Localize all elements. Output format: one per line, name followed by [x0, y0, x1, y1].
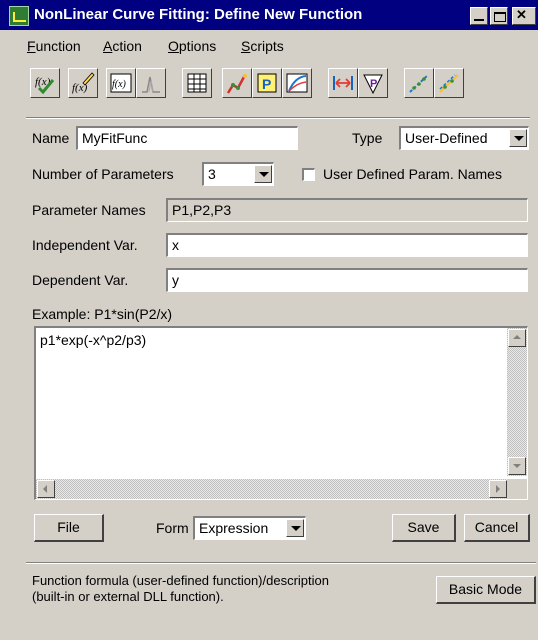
status-line-2: (built-in or external DLL function). — [32, 589, 224, 604]
function-browser-icon: f(x) — [110, 73, 132, 93]
simulate-curve-button[interactable] — [136, 68, 166, 98]
iterate-many-icon — [439, 74, 459, 93]
menu-scripts[interactable]: Scripts — [241, 38, 284, 54]
data-range-icon — [333, 76, 353, 90]
data-range-button[interactable] — [328, 68, 358, 98]
nonlinear-fit-window: NonLinear Curve Fitting: Define New Func… — [0, 0, 538, 640]
parameters-table-button[interactable] — [182, 68, 212, 98]
name-field[interactable]: MyFitFunc — [76, 126, 298, 150]
cancel-button[interactable]: Cancel — [464, 514, 530, 542]
window-title: NonLinear Curve Fitting: Define New Func… — [34, 6, 363, 23]
scroll-down-icon — [513, 464, 521, 468]
origin-app-icon — [9, 6, 29, 26]
weighting-icon: P — [363, 74, 383, 95]
scroll-left-icon — [43, 485, 47, 493]
minimize-button[interactable] — [470, 7, 488, 25]
param-names-label: Parameter Names — [32, 202, 146, 218]
select-dataset-button[interactable] — [222, 68, 252, 98]
chevron-down-icon — [291, 526, 301, 531]
scroll-right-button[interactable] — [489, 480, 507, 498]
svg-text:P: P — [370, 78, 377, 90]
iterate-many-button[interactable] — [434, 68, 464, 98]
scroll-down-button[interactable] — [508, 457, 526, 475]
form-label: Form — [156, 520, 189, 536]
dep-var-label: Dependent Var. — [32, 272, 129, 288]
expression-editor[interactable]: p1*exp(-x^p2/p3) — [34, 326, 528, 500]
num-params-select[interactable]: 3 — [202, 162, 274, 186]
vertical-scrollbar[interactable] — [507, 328, 527, 476]
horizontal-scrollbar[interactable] — [36, 479, 508, 499]
scroll-up-button[interactable] — [508, 329, 526, 347]
parameter-worksheet-icon: P — [257, 73, 277, 93]
simulate-curve-icon — [142, 76, 160, 93]
new-function-button[interactable]: f(x) — [30, 68, 60, 98]
toolbar-separator — [26, 117, 530, 119]
status-description: Function formula (user-defined function)… — [32, 573, 412, 605]
menu-action[interactable]: Action — [103, 38, 142, 54]
type-dropdown-button[interactable] — [509, 129, 527, 147]
file-button[interactable]: File — [34, 514, 104, 542]
type-select-value: User-Defined — [405, 130, 488, 146]
indep-var-label: Independent Var. — [32, 237, 138, 253]
minimize-icon — [474, 19, 484, 21]
new-function-icon: f(x) — [35, 76, 55, 95]
fit-curve-button[interactable] — [282, 68, 312, 98]
indep-var-field[interactable]: x — [166, 233, 528, 257]
weighting-button[interactable]: P — [358, 68, 388, 98]
svg-text:f(x): f(x) — [112, 79, 127, 90]
toolbar: f(x) f(x) f(x) P P — [30, 68, 530, 108]
select-dataset-icon — [226, 74, 247, 94]
num-params-label: Number of Parameters — [32, 166, 174, 182]
parameter-worksheet-button[interactable]: P — [252, 68, 282, 98]
iterate-once-button[interactable] — [404, 68, 434, 98]
svg-text:P: P — [262, 76, 271, 92]
num-params-dropdown-button[interactable] — [254, 165, 272, 183]
basic-mode-button[interactable]: Basic Mode — [436, 576, 536, 604]
iterate-once-icon — [409, 74, 429, 93]
scroll-right-icon — [496, 485, 500, 493]
maximize-button[interactable] — [490, 7, 508, 25]
chevron-down-icon — [514, 136, 524, 141]
save-button[interactable]: Save — [392, 514, 456, 542]
status-separator — [26, 562, 536, 564]
type-label: Type — [352, 130, 383, 146]
edit-function-button[interactable]: f(x) — [68, 68, 98, 98]
param-names-field: P1,P2,P3 — [166, 198, 528, 222]
chevron-down-icon — [259, 172, 269, 177]
type-select[interactable]: User-Defined — [399, 126, 529, 150]
form-select-value: Expression — [199, 520, 269, 536]
dep-var-field[interactable]: y — [166, 268, 528, 292]
example-label: Example: P1*sin(P2/x) — [32, 306, 173, 322]
menu-function[interactable]: Function — [27, 38, 81, 54]
name-label: Name — [32, 130, 70, 146]
parameters-table-icon — [187, 73, 207, 93]
user-param-names-checkbox[interactable] — [302, 168, 315, 181]
num-params-value: 3 — [208, 166, 216, 182]
scroll-corner — [507, 479, 527, 499]
function-browser-button[interactable]: f(x) — [106, 68, 136, 98]
status-line-1: Function formula (user-defined function)… — [32, 573, 329, 588]
scroll-up-icon — [513, 335, 521, 339]
scroll-left-button[interactable] — [37, 480, 55, 498]
form-select[interactable]: Expression — [193, 516, 306, 540]
user-param-names-label: User Defined Param. Names — [323, 166, 502, 182]
close-button[interactable]: ✕ — [512, 7, 536, 25]
form-dropdown-button[interactable] — [286, 519, 304, 537]
title-bar[interactable]: NonLinear Curve Fitting: Define New Func… — [0, 0, 538, 30]
menu-options[interactable]: Options — [168, 38, 216, 54]
fit-curve-icon — [286, 73, 308, 93]
maximize-icon — [494, 12, 506, 22]
close-icon: ✕ — [516, 7, 527, 22]
edit-function-icon: f(x) — [72, 72, 95, 94]
expression-text[interactable]: p1*exp(-x^p2/p3) — [40, 332, 146, 348]
